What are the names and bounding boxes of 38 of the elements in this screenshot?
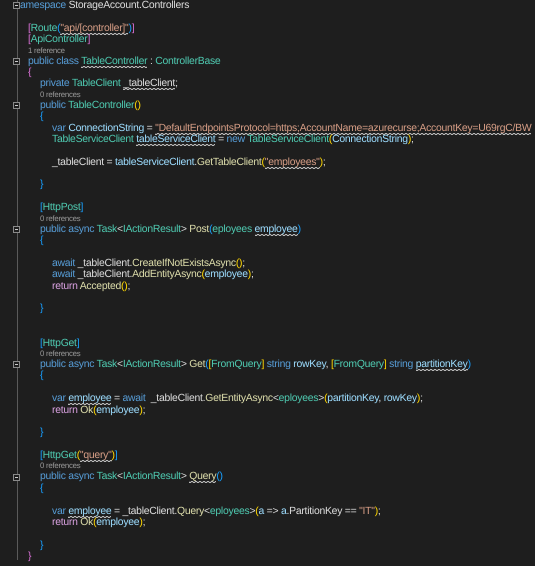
code-line: public async Task<IActionResult> Query() (40, 471, 223, 483)
code-line: return Ok(employee); (52, 517, 146, 528)
code-line: await _tableClient.AddEntityAsync(employee); (52, 269, 254, 281)
code-line: } (28, 551, 32, 563)
code-line: } (40, 540, 44, 552)
collapse-icon[interactable] (13, 226, 20, 233)
code-line: { (40, 370, 44, 382)
code-line: _tableClient = tableServiceClient.GetTableClient("employees"); (52, 156, 326, 168)
code-line: { (40, 111, 44, 123)
code-line: public class TableController : ControllerBase (28, 56, 220, 67)
collapse-icon[interactable] (13, 102, 20, 109)
code-line: return Accepted(); (52, 280, 130, 292)
code-line: var employee = await _tableClient.GetEntityAsync<eployees>(partitionKey, rowKey); (52, 393, 423, 405)
code-line: amespace StorageAccount.Controllers (20, 0, 190, 12)
collapse-icon[interactable] (13, 361, 20, 368)
code-line: } (40, 303, 44, 315)
code-line: await _tableClient.CreateIfNotExistsAsync(); (52, 258, 245, 270)
code-line: TableServiceClient tableServiceClient = new TableServiceClient(ConnectionString); (52, 134, 414, 146)
code-line: } (40, 427, 44, 439)
code-line: { (40, 235, 44, 246)
code-line: { (28, 66, 32, 78)
collapse-icon[interactable] (13, 474, 20, 481)
collapse-icon[interactable] (13, 2, 20, 10)
code-line: return Ok(employee); (52, 404, 146, 416)
code-line: var ConnectionString = "DefaultEndpointsProtocol=https;AccountName=azurecurse;AccountKey=U69rgC/BW (52, 122, 532, 134)
code-line: public TableController() (40, 100, 141, 112)
code-line: } (40, 179, 44, 191)
code-line: [ApiController] (28, 34, 90, 46)
code-line: private TableClient _tableClient; (40, 78, 178, 90)
code-line: { (40, 482, 44, 494)
code-line: [HttpGet] (40, 338, 80, 349)
code-line: var employee = _tableClient.Query<eployees>(a => a.PartitionKey == "IT"); (52, 506, 381, 518)
collapse-icon[interactable] (13, 58, 20, 65)
code-line: [HttpPost] (40, 202, 84, 214)
code-line: public async Task<IActionResult> Post(eployees employee) (40, 224, 301, 236)
code-line: [HttpGet("query")] (40, 450, 118, 462)
code-line: [Route("api/[controller]")] (28, 22, 134, 34)
code-line: public async Task<IActionResult> Get([FromQuery] string rowKey, [FromQuery] string partitionKey) (40, 358, 471, 370)
